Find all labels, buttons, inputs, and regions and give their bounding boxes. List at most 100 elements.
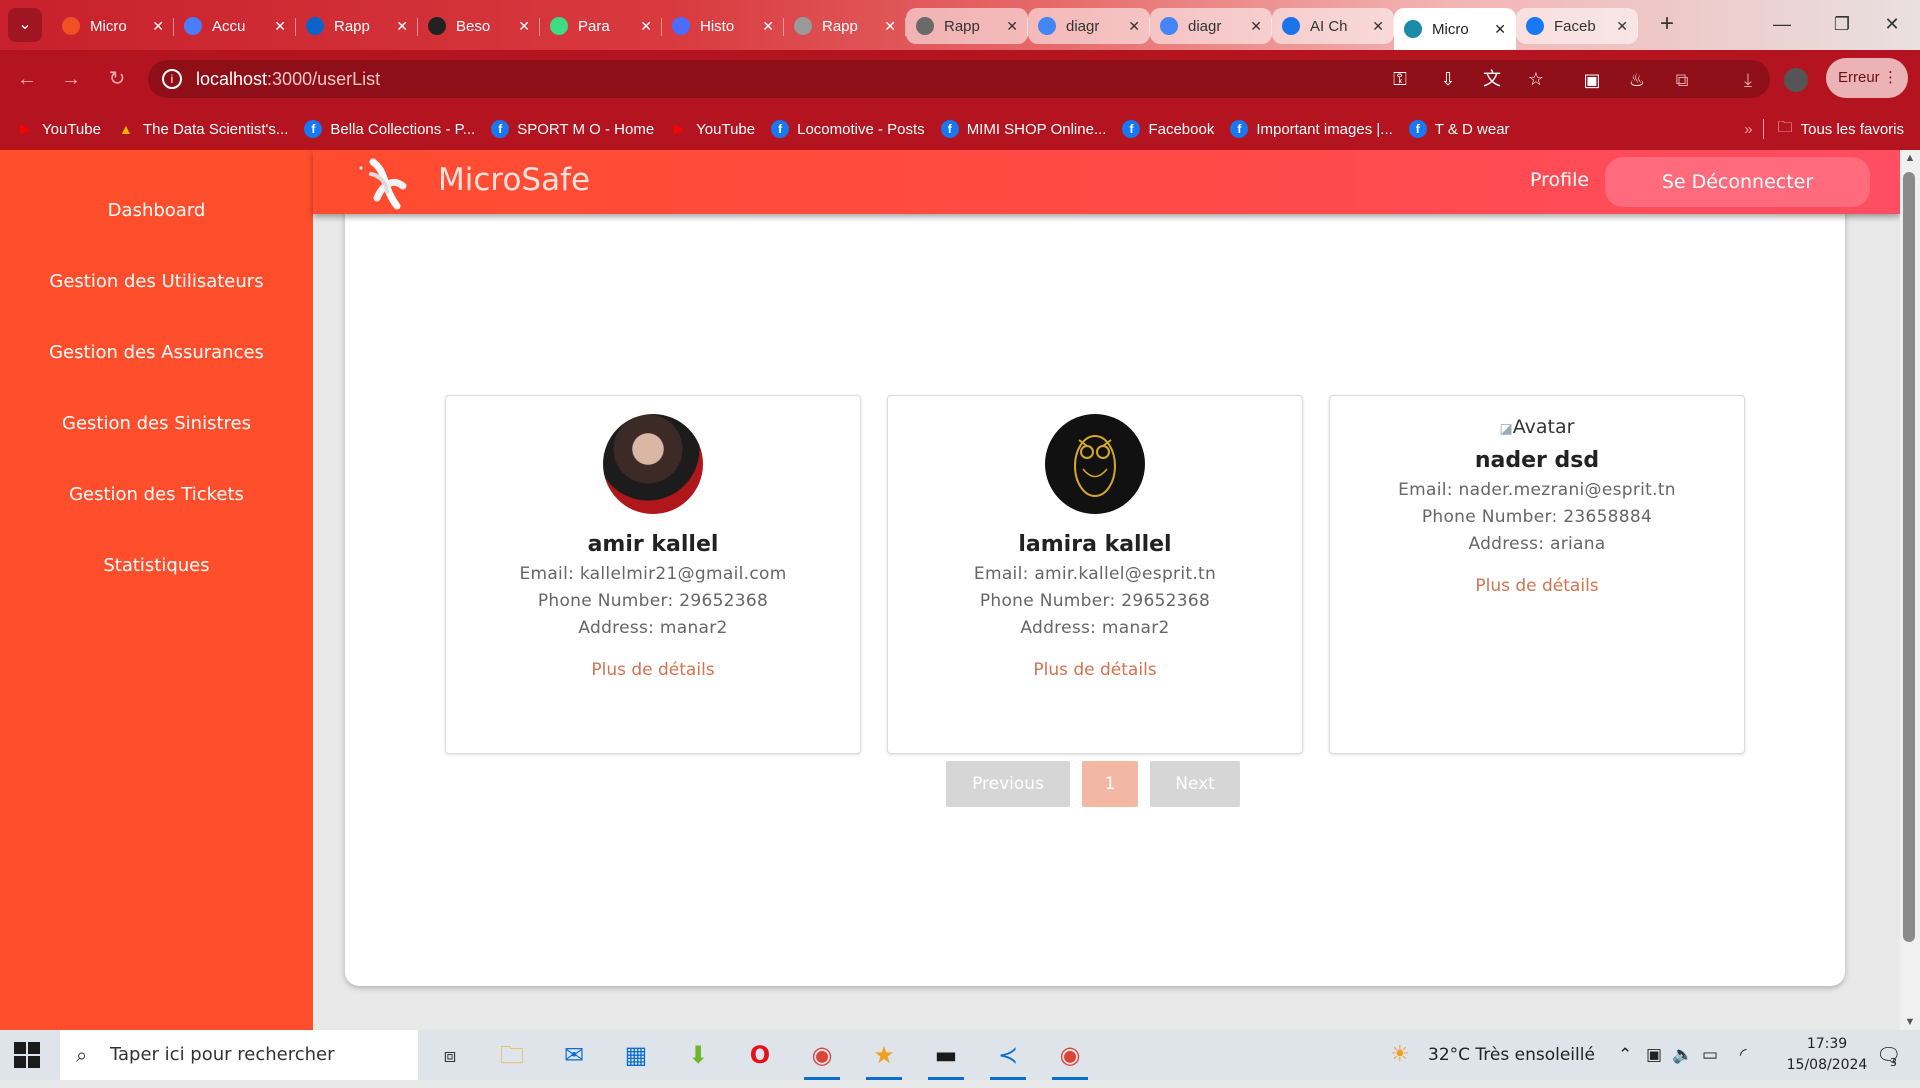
browser-tab[interactable]: diagr ✕ <box>1028 8 1150 44</box>
tab-close-icon[interactable]: ✕ <box>1006 18 1018 35</box>
app-brand-title[interactable]: MicroSafe <box>438 150 590 210</box>
tab-close-icon[interactable]: ✕ <box>1250 18 1262 35</box>
wifi-icon[interactable]: ◜ <box>1740 1030 1747 1080</box>
browser-tab[interactable]: Micro ✕ <box>52 8 174 44</box>
back-arrow-icon[interactable]: ← <box>12 64 42 94</box>
profile-avatar[interactable] <box>1784 68 1808 92</box>
new-tab-button[interactable]: + <box>1652 10 1682 40</box>
scroll-down-icon[interactable]: ▼ <box>1900 1016 1920 1028</box>
browser-tab[interactable]: Rapp ✕ <box>296 8 418 44</box>
site-info-icon[interactable]: i <box>162 69 182 89</box>
address-bar[interactable]: i localhost:3000/userList ⚿ ⇩ 文 ☆ <box>148 60 1770 98</box>
translate-icon[interactable]: 文 <box>1480 67 1504 91</box>
chrome-icon[interactable]: ◉ <box>800 1037 844 1080</box>
vscode-icon[interactable]: ≺ <box>986 1037 1030 1080</box>
next-page-button[interactable]: Next <box>1150 761 1240 807</box>
download-manager-icon[interactable]: ⬇ <box>676 1037 720 1073</box>
browser-tab[interactable]: Histo ✕ <box>662 8 784 44</box>
browser-tab[interactable]: Micro ✕ <box>1394 8 1516 50</box>
mail-icon[interactable]: ✉ <box>552 1037 596 1073</box>
pocket-extension-icon[interactable]: ▣ <box>1580 68 1604 92</box>
weather-text[interactable]: 32°C Très ensoleillé <box>1428 1030 1595 1080</box>
paint-star-icon[interactable]: ★ <box>862 1037 906 1080</box>
browser-tab[interactable]: Rapp ✕ <box>906 8 1028 44</box>
tab-close-icon[interactable]: ✕ <box>640 18 652 35</box>
browser-tab[interactable]: Faceb ✕ <box>1516 8 1638 44</box>
file-explorer-icon[interactable]: 🗀 <box>490 1037 534 1073</box>
sidebar-item[interactable]: Statistiques <box>0 530 313 601</box>
password-key-icon[interactable]: ⚿ <box>1388 67 1412 91</box>
browser-tab[interactable]: AI Ch ✕ <box>1272 8 1394 44</box>
bookmark-item[interactable]: ▲ The Data Scientist's... <box>117 120 288 138</box>
browser-tab[interactable]: Accu ✕ <box>174 8 296 44</box>
taskbar-search-box[interactable]: ⌕ Taper ici pour rechercher <box>60 1030 418 1080</box>
bookmark-item[interactable]: f MIMI SHOP Online... <box>940 120 1106 138</box>
all-bookmarks[interactable]: » 🗀 Tous les favoris <box>1744 108 1904 150</box>
reload-icon[interactable]: ↻ <box>102 64 132 94</box>
tab-close-icon[interactable]: ✕ <box>1494 21 1506 38</box>
bookmark-star-icon[interactable]: ☆ <box>1524 67 1548 91</box>
divider <box>1762 119 1764 139</box>
store-icon[interactable]: ▦ <box>614 1037 658 1073</box>
chrome-profile-icon[interactable]: ◉ <box>1048 1037 1092 1080</box>
browser-tab[interactable]: diagr ✕ <box>1150 8 1272 44</box>
forward-arrow-icon[interactable]: → <box>56 64 86 94</box>
close-window-icon[interactable]: ✕ <box>1862 0 1920 48</box>
bookmark-item[interactable]: f Facebook <box>1122 120 1214 138</box>
tray-chevron-icon[interactable]: ⌃ <box>1618 1030 1632 1080</box>
sidebar-item[interactable]: Gestion des Utilisateurs <box>0 246 313 317</box>
tab-close-icon[interactable]: ✕ <box>518 18 530 35</box>
tab-close-icon[interactable]: ✕ <box>884 18 896 35</box>
bookmark-item[interactable]: f Bella Collections - P... <box>304 120 475 138</box>
browser-tab[interactable]: Para ✕ <box>540 8 662 44</box>
bookmark-item[interactable]: f Locomotive - Posts <box>771 120 925 138</box>
tab-close-icon[interactable]: ✕ <box>1372 18 1384 35</box>
task-view-icon[interactable]: ⧈ <box>428 1037 472 1073</box>
logout-button[interactable]: Se Déconnecter <box>1605 157 1870 207</box>
tab-close-icon[interactable]: ✕ <box>396 18 408 35</box>
bookmark-item[interactable]: f Important images |... <box>1230 120 1393 138</box>
tab-close-icon[interactable]: ✕ <box>152 18 164 35</box>
tab-search-menu-button[interactable]: ⌄ <box>8 8 42 42</box>
more-details-link[interactable]: Plus de détails <box>591 660 714 680</box>
profile-error-button[interactable]: Erreur ⋮ <box>1826 58 1908 98</box>
scrollbar-thumb[interactable] <box>1903 172 1915 942</box>
opera-icon[interactable]: O <box>738 1037 782 1073</box>
scroll-up-icon[interactable]: ▲ <box>1900 152 1920 164</box>
sidebar-item[interactable]: Gestion des Assurances <box>0 317 313 388</box>
sidebar-item[interactable]: Dashboard <box>0 175 313 246</box>
volume-muted-icon[interactable]: 🔈 <box>1672 1030 1693 1080</box>
tray-app-icon[interactable]: ▣ <box>1646 1030 1662 1080</box>
bookmark-item[interactable]: ▶ YouTube <box>670 120 755 138</box>
browser-tab[interactable]: Beso ✕ <box>418 8 540 44</box>
fire-extension-icon[interactable]: ♨ <box>1625 68 1649 92</box>
bookmark-item[interactable]: f SPORT M O - Home <box>491 120 654 138</box>
more-details-link[interactable]: Plus de détails <box>1475 576 1598 596</box>
downloads-icon[interactable]: ⤓ <box>1736 68 1760 92</box>
terminal-icon[interactable]: ▬ <box>924 1037 968 1080</box>
windows-start-icon[interactable] <box>14 1042 40 1068</box>
page-scrollbar[interactable]: ▲ ▼ <box>1900 150 1920 1030</box>
tab-close-icon[interactable]: ✕ <box>274 18 286 35</box>
extensions-puzzle-icon[interactable]: ⧉ <box>1670 68 1694 92</box>
overflow-chevron-icon[interactable]: » <box>1744 121 1752 138</box>
tab-close-icon[interactable]: ✕ <box>1616 18 1628 35</box>
kebab-menu-icon[interactable]: ⋮ <box>1883 58 1898 98</box>
install-app-icon[interactable]: ⇩ <box>1436 67 1460 91</box>
sidebar-item[interactable]: Gestion des Sinistres <box>0 388 313 459</box>
previous-page-button[interactable]: Previous <box>946 761 1070 807</box>
more-details-link[interactable]: Plus de détails <box>1033 660 1156 680</box>
minimize-icon[interactable]: — <box>1752 0 1812 48</box>
tab-close-icon[interactable]: ✕ <box>762 18 774 35</box>
notification-center-icon[interactable]: 🗨 3 <box>1876 1030 1901 1080</box>
bookmark-item[interactable]: f T & D wear <box>1408 120 1510 138</box>
tab-close-icon[interactable]: ✕ <box>1128 18 1140 35</box>
profile-link[interactable]: Profile <box>1530 150 1589 210</box>
google-icon <box>1160 17 1178 35</box>
browser-tab[interactable]: Rapp ✕ <box>784 8 906 44</box>
battery-icon[interactable]: ▭ <box>1702 1030 1718 1080</box>
sidebar-item[interactable]: Gestion des Tickets <box>0 459 313 530</box>
bookmark-item[interactable]: ▶ YouTube <box>16 120 101 138</box>
page-number-button[interactable]: 1 <box>1082 761 1138 807</box>
system-clock[interactable]: 17:39 15/08/2024 <box>1782 1034 1872 1076</box>
